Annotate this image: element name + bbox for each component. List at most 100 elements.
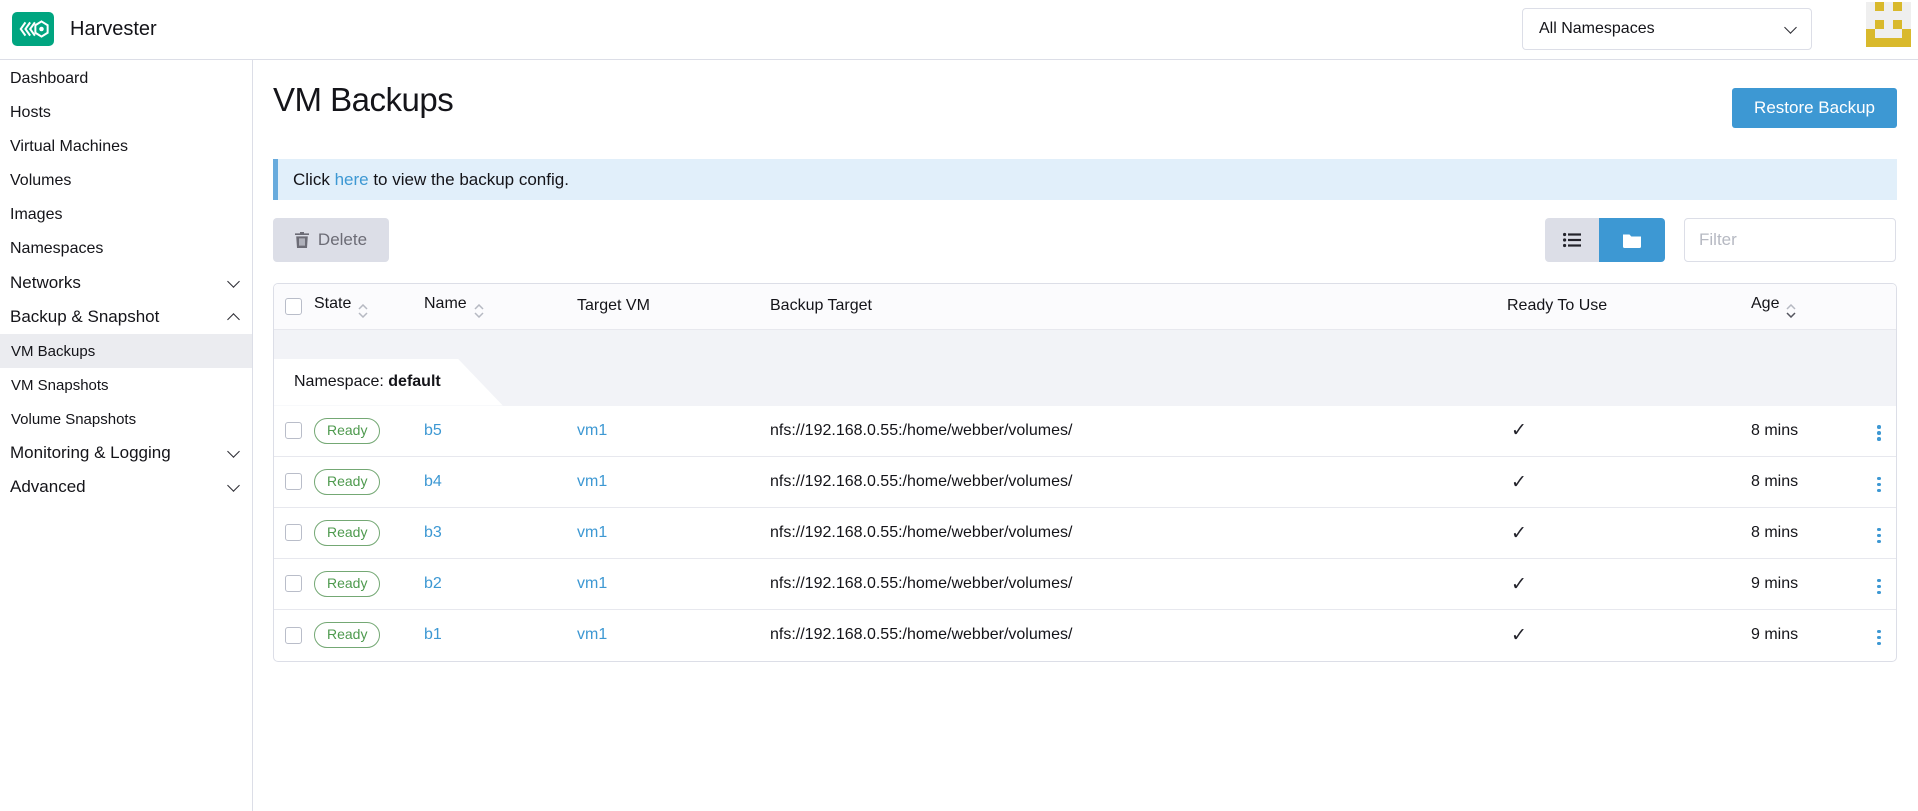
age-value: 8 mins bbox=[1751, 524, 1798, 541]
namespace-selector[interactable]: All Namespaces bbox=[1522, 8, 1812, 50]
target-vm-link[interactable]: vm1 bbox=[577, 422, 607, 439]
table-header-row: State Name Target VM Backup Target Ready… bbox=[274, 284, 1896, 329]
backup-target-url: nfs://192.168.0.55:/home/webber/volumes/ bbox=[770, 422, 1072, 439]
kebab-menu-icon[interactable] bbox=[1871, 420, 1887, 446]
row-checkbox[interactable] bbox=[285, 473, 302, 490]
row-checkbox[interactable] bbox=[285, 575, 302, 592]
column-header-target-vm: Target VM bbox=[577, 284, 770, 329]
trash-icon bbox=[295, 232, 309, 248]
status-badge: Ready bbox=[314, 622, 380, 648]
age-value: 9 mins bbox=[1751, 626, 1798, 643]
sidebar-group-advanced[interactable]: Advanced bbox=[0, 470, 252, 504]
backup-name-link[interactable]: b2 bbox=[424, 575, 442, 592]
kebab-menu-icon[interactable] bbox=[1871, 472, 1887, 498]
status-badge: Ready bbox=[314, 469, 380, 495]
main-content: VM Backups Restore Backup Click here to … bbox=[254, 60, 1918, 811]
chevron-down-icon bbox=[227, 479, 240, 492]
checkmark-icon: ✓ bbox=[1511, 574, 1527, 595]
user-avatar[interactable] bbox=[1866, 2, 1911, 47]
age-value: 9 mins bbox=[1751, 575, 1798, 592]
backup-target-url: nfs://192.168.0.55:/home/webber/volumes/ bbox=[770, 626, 1072, 643]
select-all-checkbox[interactable] bbox=[285, 298, 302, 315]
row-checkbox[interactable] bbox=[285, 422, 302, 439]
sidebar-group-backup-snapshot[interactable]: Backup & Snapshot bbox=[0, 300, 252, 334]
namespace-selector-value: All Namespaces bbox=[1539, 20, 1655, 38]
column-header-state[interactable]: State bbox=[314, 284, 424, 329]
banner-text-suffix: to view the backup config. bbox=[369, 170, 569, 190]
kebab-menu-icon[interactable] bbox=[1871, 523, 1887, 549]
top-bar: Harvester All Namespaces bbox=[0, 0, 1918, 60]
backup-target-url: nfs://192.168.0.55:/home/webber/volumes/ bbox=[770, 524, 1072, 541]
checkmark-icon: ✓ bbox=[1511, 472, 1527, 493]
sidebar-item-vm-snapshots[interactable]: VM Snapshots bbox=[0, 368, 252, 402]
list-view-button[interactable] bbox=[1545, 218, 1599, 262]
folder-view-icon bbox=[1623, 233, 1641, 248]
checkmark-icon: ✓ bbox=[1511, 523, 1527, 544]
sidebar-group-monitoring-logging[interactable]: Monitoring & Logging bbox=[0, 436, 252, 470]
table-row: Ready b3 vm1 nfs://192.168.0.55:/home/we… bbox=[274, 508, 1896, 559]
backup-name-link[interactable]: b1 bbox=[424, 626, 442, 643]
sort-icon-descending bbox=[1786, 304, 1796, 318]
kebab-menu-icon[interactable] bbox=[1871, 574, 1887, 600]
chevron-up-icon bbox=[227, 313, 240, 326]
sidebar-item-images[interactable]: Images bbox=[0, 198, 252, 232]
filter-input[interactable] bbox=[1684, 218, 1896, 262]
table-row: Ready b4 vm1 nfs://192.168.0.55:/home/we… bbox=[274, 457, 1896, 508]
sidebar-group-networks[interactable]: Networks bbox=[0, 266, 252, 300]
delete-button[interactable]: Delete bbox=[273, 218, 389, 262]
sidebar-item-dashboard[interactable]: Dashboard bbox=[0, 62, 252, 96]
column-header-backup-target: Backup Target bbox=[770, 284, 1507, 329]
checkmark-icon: ✓ bbox=[1511, 420, 1527, 441]
restore-backup-button[interactable]: Restore Backup bbox=[1732, 88, 1897, 128]
backup-target-url: nfs://192.168.0.55:/home/webber/volumes/ bbox=[770, 473, 1072, 490]
sidebar: Dashboard Hosts Virtual Machines Volumes… bbox=[0, 60, 253, 811]
grouped-view-button[interactable] bbox=[1599, 218, 1665, 262]
backup-name-link[interactable]: b4 bbox=[424, 473, 442, 490]
info-banner: Click here to view the backup config. bbox=[273, 159, 1897, 200]
view-toggle bbox=[1545, 218, 1665, 262]
sidebar-item-volume-snapshots[interactable]: Volume Snapshots bbox=[0, 402, 252, 436]
table-row: Ready b1 vm1 nfs://192.168.0.55:/home/we… bbox=[274, 610, 1896, 661]
sort-icon bbox=[358, 304, 368, 318]
backup-name-link[interactable]: b5 bbox=[424, 422, 442, 439]
row-checkbox[interactable] bbox=[285, 627, 302, 644]
sidebar-item-volumes[interactable]: Volumes bbox=[0, 164, 252, 198]
table-row: Ready b5 vm1 nfs://192.168.0.55:/home/we… bbox=[274, 406, 1896, 457]
banner-text-prefix: Click bbox=[293, 170, 335, 190]
target-vm-link[interactable]: vm1 bbox=[577, 524, 607, 541]
table-row: Ready b2 vm1 nfs://192.168.0.55:/home/we… bbox=[274, 559, 1896, 610]
delete-button-label: Delete bbox=[318, 230, 367, 250]
vm-backups-table: State Name Target VM Backup Target Ready… bbox=[273, 283, 1897, 662]
sidebar-item-virtual-machines[interactable]: Virtual Machines bbox=[0, 130, 252, 164]
column-header-ready-to-use: Ready To Use bbox=[1507, 284, 1751, 329]
namespace-group-value: default bbox=[388, 373, 440, 391]
list-view-icon bbox=[1563, 232, 1581, 248]
target-vm-link[interactable]: vm1 bbox=[577, 626, 607, 643]
chevron-down-icon bbox=[227, 275, 240, 288]
column-header-actions bbox=[1871, 284, 1896, 329]
sidebar-item-hosts[interactable]: Hosts bbox=[0, 96, 252, 130]
backup-name-link[interactable]: b3 bbox=[424, 524, 442, 541]
age-value: 8 mins bbox=[1751, 473, 1798, 490]
target-vm-link[interactable]: vm1 bbox=[577, 473, 607, 490]
sidebar-item-vm-backups[interactable]: VM Backups bbox=[0, 334, 252, 368]
target-vm-link[interactable]: vm1 bbox=[577, 575, 607, 592]
namespace-group-row: Namespace: default bbox=[274, 330, 1896, 406]
chevron-down-icon bbox=[227, 445, 240, 458]
row-checkbox[interactable] bbox=[285, 524, 302, 541]
age-value: 8 mins bbox=[1751, 422, 1798, 439]
app-title: Harvester bbox=[70, 0, 157, 59]
column-header-name[interactable]: Name bbox=[424, 284, 577, 329]
namespace-group-tab: Namespace: default bbox=[274, 359, 503, 406]
backup-target-url: nfs://192.168.0.55:/home/webber/volumes/ bbox=[770, 575, 1072, 592]
sort-icon bbox=[474, 304, 484, 318]
chevron-down-icon bbox=[1784, 21, 1797, 34]
column-header-age[interactable]: Age bbox=[1751, 284, 1871, 329]
harvester-logo-icon[interactable] bbox=[12, 12, 54, 46]
sidebar-item-namespaces[interactable]: Namespaces bbox=[0, 232, 252, 266]
status-badge: Ready bbox=[314, 571, 380, 597]
banner-here-link[interactable]: here bbox=[335, 170, 369, 190]
checkmark-icon: ✓ bbox=[1511, 625, 1527, 646]
status-badge: Ready bbox=[314, 520, 380, 546]
kebab-menu-icon[interactable] bbox=[1871, 625, 1887, 651]
